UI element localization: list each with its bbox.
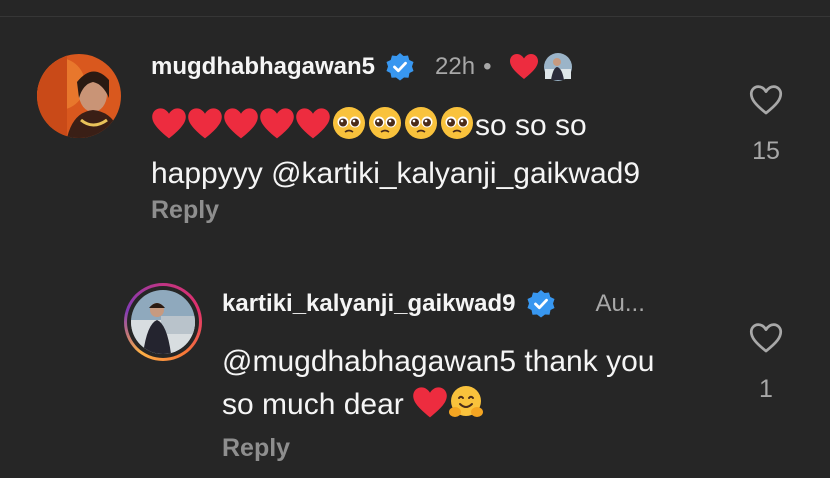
creator-avatar-icon [544, 53, 573, 81]
red-heart-emoji [187, 107, 223, 152]
creator-liked-indicator [509, 52, 573, 82]
story-ring[interactable] [124, 283, 202, 361]
reply-button[interactable]: Reply [222, 434, 290, 463]
avatar[interactable] [37, 54, 121, 138]
heart-outline-icon[interactable] [749, 322, 783, 354]
comments-panel: mugdhabhagawan5 22h • so so so happyyy @… [0, 0, 830, 478]
username[interactable]: mugdhabhagawan5 [151, 53, 375, 81]
like-column: 1 [736, 322, 796, 404]
comment-time: Au... [595, 290, 645, 317]
comment-text: so much dear [222, 388, 404, 421]
pleading-face-emoji [331, 105, 367, 152]
comment-item: mugdhabhagawan5 22h • so so so happyyy @… [0, 0, 830, 240]
like-column: 15 [736, 84, 796, 166]
red-heart-emoji [412, 386, 448, 431]
reply-button[interactable]: Reply [151, 196, 219, 225]
hugging-face-emoji [448, 384, 484, 431]
red-heart-emoji [223, 107, 259, 152]
red-heart-emoji [259, 107, 295, 152]
username[interactable]: kartiki_kalyanji_gaikwad9 [222, 290, 516, 318]
comment-text-line: happyyy @kartiki_kalyanji_gaikwad9 [151, 157, 641, 190]
comment-header: kartiki_kalyanji_gaikwad9 Au... [222, 287, 645, 321]
separator-dot: • [483, 53, 492, 80]
comment-text-line: so so so [151, 105, 711, 152]
pleading-face-emoji [367, 105, 403, 152]
pleading-face-emoji [403, 105, 439, 152]
comment-text-line: @mugdhabhagawan5 thank you [222, 345, 655, 378]
red-heart-icon [510, 54, 539, 79]
red-heart-emoji [295, 107, 331, 152]
heart-outline-icon[interactable] [749, 84, 783, 116]
comment-text: so so so [475, 109, 587, 142]
verified-badge-icon [385, 52, 415, 82]
verified-badge-icon [526, 289, 556, 319]
like-count: 15 [752, 137, 780, 165]
comment-text-line: so much dear [222, 384, 722, 431]
like-count: 1 [759, 375, 773, 403]
reply-comment-item: kartiki_kalyanji_gaikwad9 Au... @mugdhab… [0, 270, 830, 478]
comment-body: @mugdhabhagawan5 thank you so much dear [222, 342, 722, 431]
comment-body: so so so happyyy @kartiki_kalyanji_gaikw… [151, 105, 711, 194]
avatar [131, 290, 195, 354]
pleading-face-emoji [439, 105, 475, 152]
comment-header: mugdhabhagawan5 22h • [151, 50, 573, 84]
comment-time: 22h [435, 53, 476, 80]
red-heart-emoji [151, 107, 187, 152]
